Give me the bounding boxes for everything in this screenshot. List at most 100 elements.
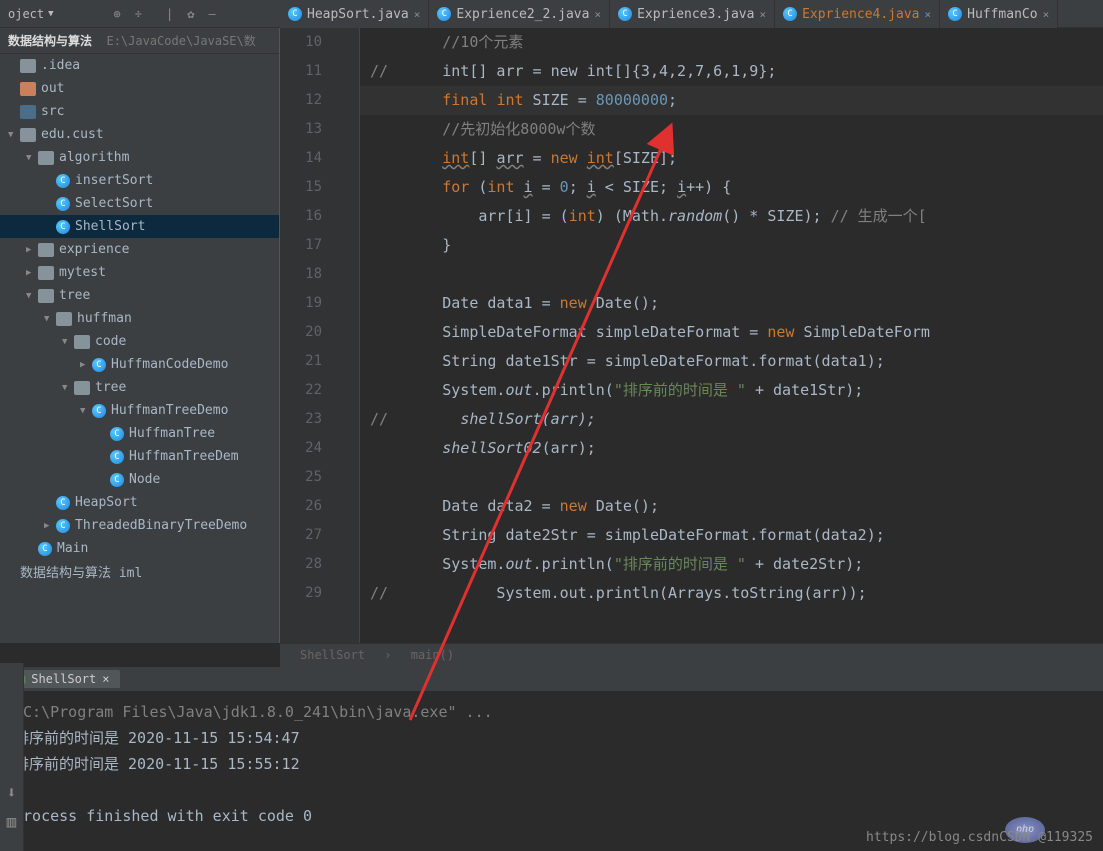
tree-arrow-icon[interactable]: ▶: [26, 268, 38, 278]
code-line[interactable]: Date data2 = new Date();: [370, 492, 1103, 521]
tree-arrow-icon[interactable]: ▼: [62, 337, 74, 347]
code-line[interactable]: Date data1 = new Date();: [370, 289, 1103, 318]
tree-row[interactable]: CNode: [0, 468, 279, 491]
tree-row[interactable]: src: [0, 100, 279, 123]
tree-label: HuffmanCodeDemo: [111, 357, 228, 372]
tree-row[interactable]: CHuffmanTreeDem: [0, 445, 279, 468]
layout-icon[interactable]: ▥: [7, 812, 17, 831]
gear-icon[interactable]: ✿: [187, 7, 194, 21]
editor-tab[interactable]: CHeapSort.java×: [280, 0, 429, 28]
editor-tab[interactable]: CExprience2_2.java×: [429, 0, 610, 28]
tree-row[interactable]: ▼huffman: [0, 307, 279, 330]
code-line[interactable]: // int[] arr = new int[]{3,4,2,7,6,1,9};: [370, 57, 1103, 86]
breadcrumb-method[interactable]: main(): [411, 648, 454, 662]
code-line[interactable]: System.out.println("排序前的时间是 " + date2Str…: [370, 550, 1103, 579]
tree-row[interactable]: out: [0, 77, 279, 100]
class-icon: C: [38, 542, 52, 556]
watermark: https://blog.csdnCSDN @119325: [866, 830, 1093, 845]
code-line[interactable]: //10个元素: [370, 28, 1103, 57]
breadcrumb[interactable]: ShellSort › main(): [280, 643, 1103, 667]
close-icon[interactable]: ×: [1043, 8, 1050, 21]
tree-arrow-icon[interactable]: ▼: [26, 291, 38, 301]
project-dropdown[interactable]: oject ▼: [8, 7, 54, 21]
code-line[interactable]: // shellSort(arr);: [370, 405, 1103, 434]
code-line[interactable]: for (int i = 0; i < SIZE; i++) {: [370, 173, 1103, 202]
code-editor[interactable]: 1011121314151617181920212223242526272829…: [280, 28, 1103, 643]
tree-row[interactable]: ▶mytest: [0, 261, 279, 284]
editor-tab[interactable]: CHuffmanCo×: [940, 0, 1058, 28]
run-tab[interactable]: ▤ ShellSort ×: [8, 670, 120, 688]
java-file-icon: C: [288, 7, 302, 21]
tree-row[interactable]: CMain: [0, 537, 279, 560]
tree-row[interactable]: ▼tree: [0, 284, 279, 307]
tree-row[interactable]: C HeapSort: [0, 491, 279, 514]
code-line[interactable]: SimpleDateFormat simpleDateFormat = new …: [370, 318, 1103, 347]
java-file-icon: C: [437, 7, 451, 21]
code-line[interactable]: [370, 260, 1103, 289]
folder-icon: [38, 266, 54, 280]
project-sidebar: 数据结构与算法 E:\JavaCode\JavaSE\数 .ideaoutsrc…: [0, 28, 280, 643]
tree-label: ShellSort: [75, 219, 145, 234]
tree-arrow-icon[interactable]: ▼: [8, 130, 20, 140]
chevron-right-icon: ›: [384, 648, 391, 662]
code-area[interactable]: //10个元素// int[] arr = new int[]{3,4,2,7,…: [360, 28, 1103, 643]
close-icon[interactable]: ×: [414, 8, 421, 21]
code-line[interactable]: }: [370, 231, 1103, 260]
breadcrumb-class[interactable]: ShellSort: [300, 648, 365, 662]
folder-icon: [20, 82, 36, 96]
close-icon[interactable]: ×: [759, 8, 766, 21]
download-icon[interactable]: ⬇: [7, 783, 17, 802]
code-line[interactable]: arr[i] = (int) (Math.random() * SIZE); /…: [370, 202, 1103, 231]
editor-tabs: CHeapSort.java×CExprience2_2.java×CExpri…: [280, 0, 1058, 28]
tree-arrow-icon[interactable]: ▼: [44, 314, 56, 324]
class-icon: C: [56, 496, 70, 510]
tree-row[interactable]: CinsertSort: [0, 169, 279, 192]
tree-label: HeapSort: [75, 495, 138, 510]
editor-tab[interactable]: CExprience3.java×: [610, 0, 775, 28]
tree-row[interactable]: ▼edu.cust: [0, 123, 279, 146]
tree-row[interactable]: ▼code: [0, 330, 279, 353]
code-line[interactable]: // System.out.println(Arrays.toString(ar…: [370, 579, 1103, 608]
console-output[interactable]: "C:\Program Files\Java\jdk1.8.0_241\bin\…: [0, 691, 1103, 851]
tree-row[interactable]: ▼algorithm: [0, 146, 279, 169]
close-icon[interactable]: ×: [925, 8, 932, 21]
class-icon: C: [92, 404, 106, 418]
code-line[interactable]: System.out.println("排序前的时间是 " + date1Str…: [370, 376, 1103, 405]
tree-row[interactable]: ▼tree: [0, 376, 279, 399]
code-line[interactable]: String date1Str = simpleDateFormat.forma…: [370, 347, 1103, 376]
editor-tab[interactable]: CExprience4.java×: [775, 0, 940, 28]
code-line[interactable]: //先初始化8000w个数: [370, 115, 1103, 144]
close-icon[interactable]: ×: [102, 672, 109, 686]
tree-row[interactable]: CHuffmanTree: [0, 422, 279, 445]
tree-row[interactable]: CShellSort: [0, 215, 279, 238]
tree-row[interactable]: 数据结构与算法 iml: [0, 560, 279, 583]
tree-label: HuffmanTreeDem: [129, 449, 239, 464]
tree-row[interactable]: ▶exprience: [0, 238, 279, 261]
tree-arrow-icon[interactable]: ▼: [62, 383, 74, 393]
target-icon[interactable]: ⊕: [114, 7, 121, 21]
collapse-icon[interactable]: ÷: [135, 7, 142, 21]
code-line[interactable]: [370, 463, 1103, 492]
tree-row[interactable]: CSelectSort: [0, 192, 279, 215]
tree-row[interactable]: ▼CHuffmanTreeDemo: [0, 399, 279, 422]
tree-arrow-icon[interactable]: ▼: [80, 406, 92, 416]
gutter-marks: [340, 28, 360, 643]
class-icon: C: [110, 473, 124, 487]
hide-icon[interactable]: —: [208, 7, 215, 21]
code-line[interactable]: String date2Str = simpleDateFormat.forma…: [370, 521, 1103, 550]
tree-row[interactable]: ▶CThreadedBinaryTreeDemo: [0, 514, 279, 537]
code-line[interactable]: final int SIZE = 80000000;: [360, 86, 1103, 115]
close-icon[interactable]: ×: [594, 8, 601, 21]
code-line[interactable]: int[] arr = new int[SIZE];: [370, 144, 1103, 173]
run-tab-bar: ▤ ShellSort ×: [0, 667, 1103, 691]
tree-row[interactable]: .idea: [0, 54, 279, 77]
tree-arrow-icon[interactable]: ▶: [80, 360, 92, 370]
tree-arrow-icon[interactable]: ▶: [26, 245, 38, 255]
tree-label: ThreadedBinaryTreeDemo: [75, 518, 247, 533]
tree-arrow-icon[interactable]: ▼: [26, 153, 38, 163]
tree-label: 数据结构与算法 iml: [20, 562, 142, 581]
tree-row[interactable]: ▶CHuffmanCodeDemo: [0, 353, 279, 376]
code-line[interactable]: shellSort02(arr);: [370, 434, 1103, 463]
tree-arrow-icon[interactable]: ▶: [44, 521, 56, 531]
folder-icon: [38, 151, 54, 165]
